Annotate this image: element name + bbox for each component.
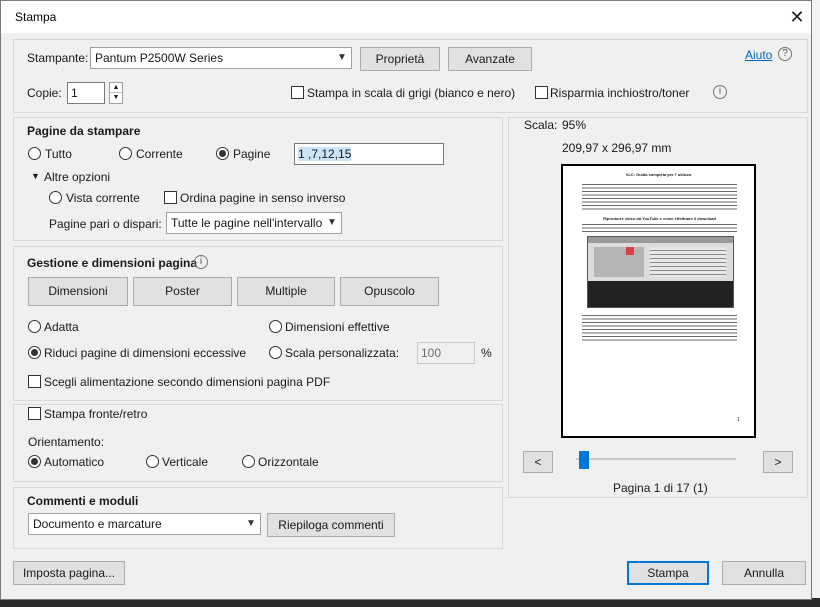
sizing-heading: Gestione e dimensioni pagina (27, 256, 198, 270)
preview-slider-thumb[interactable] (579, 451, 589, 469)
comments-heading: Commenti e moduli (27, 494, 139, 508)
advanced-button[interactable]: Avanzate (448, 47, 532, 71)
summarize-comments-button[interactable]: Riepiloga commenti (267, 513, 395, 537)
copies-stepper[interactable]: ▲ ▼ (109, 82, 123, 104)
chevron-down-icon: ▼ (337, 52, 347, 63)
tab-booklet-button[interactable]: Opuscolo (340, 277, 439, 306)
current-view-label: Vista corrente (66, 191, 140, 205)
tab-multiple-button[interactable]: Multiple (237, 277, 335, 306)
fit-label: Adatta (44, 320, 79, 334)
chevron-down-icon: ▼ (327, 217, 337, 228)
orientation-landscape-label: Orizzontale (258, 455, 319, 469)
custom-scale-radio[interactable] (269, 346, 282, 359)
expand-triangle-icon[interactable]: ▼ (31, 171, 40, 181)
cancel-button[interactable]: Annulla (722, 561, 806, 585)
orientation-portrait-radio[interactable] (146, 455, 159, 468)
actual-size-radio[interactable] (269, 320, 282, 333)
copies-input[interactable]: 1 (67, 82, 105, 104)
paper-source-checkbox[interactable] (28, 375, 41, 388)
orientation-landscape-radio[interactable] (242, 455, 255, 468)
preview-scale-label: Scala: (524, 118, 558, 132)
pages-heading: Pagine da stampare (27, 124, 141, 138)
printer-selected-value: Pantum P2500W Series (95, 51, 224, 65)
grayscale-checkbox[interactable] (291, 86, 304, 99)
current-view-radio[interactable] (49, 191, 62, 204)
reverse-order-label: Ordina pagine in senso inverso (180, 191, 346, 205)
duplex-checkbox[interactable] (28, 407, 41, 420)
preview-screenshot-image (587, 236, 734, 308)
preview-scale-value: 95% (562, 118, 587, 132)
grayscale-label: Stampa in scala di grigi (bianco e nero) (307, 86, 516, 100)
save-ink-checkbox[interactable] (535, 86, 548, 99)
preview-page-info: Pagina 1 di 17 (1) (613, 481, 708, 495)
save-ink-label: Risparmia inchiostro/toner (550, 86, 690, 100)
preview-doc-title: VLC: Guida completa per l' utilizzo (625, 172, 692, 177)
custom-scale-input[interactable]: 100 (417, 342, 475, 364)
info-icon[interactable]: i (713, 85, 727, 99)
printer-label: Stampante: (27, 51, 89, 65)
percent-label: % (481, 346, 492, 360)
preview-slider-track[interactable] (576, 458, 736, 460)
duplex-label: Stampa fronte/retro (44, 407, 148, 421)
preview-text-block (582, 314, 737, 342)
orientation-portrait-label: Verticale (162, 455, 209, 469)
help-icon[interactable]: ? (778, 47, 792, 61)
close-icon[interactable]: ✕ (783, 4, 811, 30)
print-button[interactable]: Stampa (627, 561, 709, 585)
stepper-up-icon[interactable]: ▲ (110, 83, 122, 93)
preview-doc-subtitle: Riprodurre video da YouTube e come effet… (603, 216, 716, 221)
comments-selected-value: Documento e marcature (33, 517, 162, 531)
title-bar: Stampa ✕ (1, 1, 811, 33)
pages-all-radio[interactable] (28, 147, 41, 160)
actual-size-label: Dimensioni effettive (285, 320, 390, 334)
info-icon[interactable]: i (194, 255, 208, 269)
custom-scale-label: Scala personalizzata: (285, 346, 400, 360)
help-link[interactable]: Aiuto (745, 48, 772, 62)
stepper-down-icon[interactable]: ▼ (110, 93, 122, 103)
odd-even-selected-value: Tutte le pagine nell'intervallo (171, 216, 323, 230)
more-options-label[interactable]: Altre opzioni (44, 170, 110, 184)
preview-screenshot-highlight (626, 247, 634, 255)
pages-current-label: Corrente (136, 147, 183, 161)
pages-range-radio[interactable] (216, 147, 229, 160)
preview-screenshot-list (650, 247, 726, 277)
pages-all-label: Tutto (45, 147, 72, 161)
preview-text-block (582, 183, 737, 211)
tab-poster-button[interactable]: Poster (133, 277, 232, 306)
preview-text-block (582, 223, 737, 233)
preview-screenshot-video (588, 281, 733, 307)
preview-screenshot-sidebar (594, 247, 644, 277)
odd-even-select[interactable]: Tutte le pagine nell'intervallo ▼ (166, 212, 342, 234)
pages-range-label: Pagine (233, 147, 271, 161)
orientation-auto-radio[interactable] (28, 455, 41, 468)
preview-prev-button[interactable]: < (523, 451, 553, 473)
fit-radio[interactable] (28, 320, 41, 333)
paper-source-label: Scegli alimentazione secondo dimensioni … (44, 375, 331, 389)
preview-next-button[interactable]: > (763, 451, 793, 473)
chevron-down-icon: ▼ (246, 518, 256, 529)
page-setup-button[interactable]: Imposta pagina... (13, 561, 125, 585)
odd-even-label: Pagine pari o dispari: (49, 217, 162, 231)
orientation-label: Orientamento: (28, 435, 105, 449)
comments-select[interactable]: Documento e marcature ▼ (28, 513, 261, 535)
preview-page-number: 1 (737, 417, 740, 423)
pages-current-radio[interactable] (119, 147, 132, 160)
pages-range-input[interactable]: 1 ,7,12,15 (294, 143, 444, 165)
shrink-label: Riduci pagine di dimensioni eccessive (44, 346, 247, 360)
reverse-order-checkbox[interactable] (164, 191, 177, 204)
print-dialog: Stampa ✕ Stampante: Pantum P2500W Series… (0, 0, 812, 600)
preview-page: VLC: Guida completa per l' utilizzo Ripr… (561, 164, 756, 438)
properties-button[interactable]: Proprietà (360, 47, 440, 71)
shrink-radio[interactable] (28, 346, 41, 359)
preview-screenshot-toolbar (588, 237, 733, 243)
preview-dimensions: 209,97 x 296,97 mm (562, 141, 672, 155)
orientation-auto-label: Automatico (44, 455, 105, 469)
printer-select[interactable]: Pantum P2500W Series ▼ (90, 47, 352, 69)
pages-range-value: 1 ,7,12,15 (298, 147, 352, 161)
copies-label: Copie: (27, 86, 62, 100)
tab-size-button[interactable]: Dimensioni (28, 277, 128, 306)
window-title: Stampa (15, 10, 57, 24)
